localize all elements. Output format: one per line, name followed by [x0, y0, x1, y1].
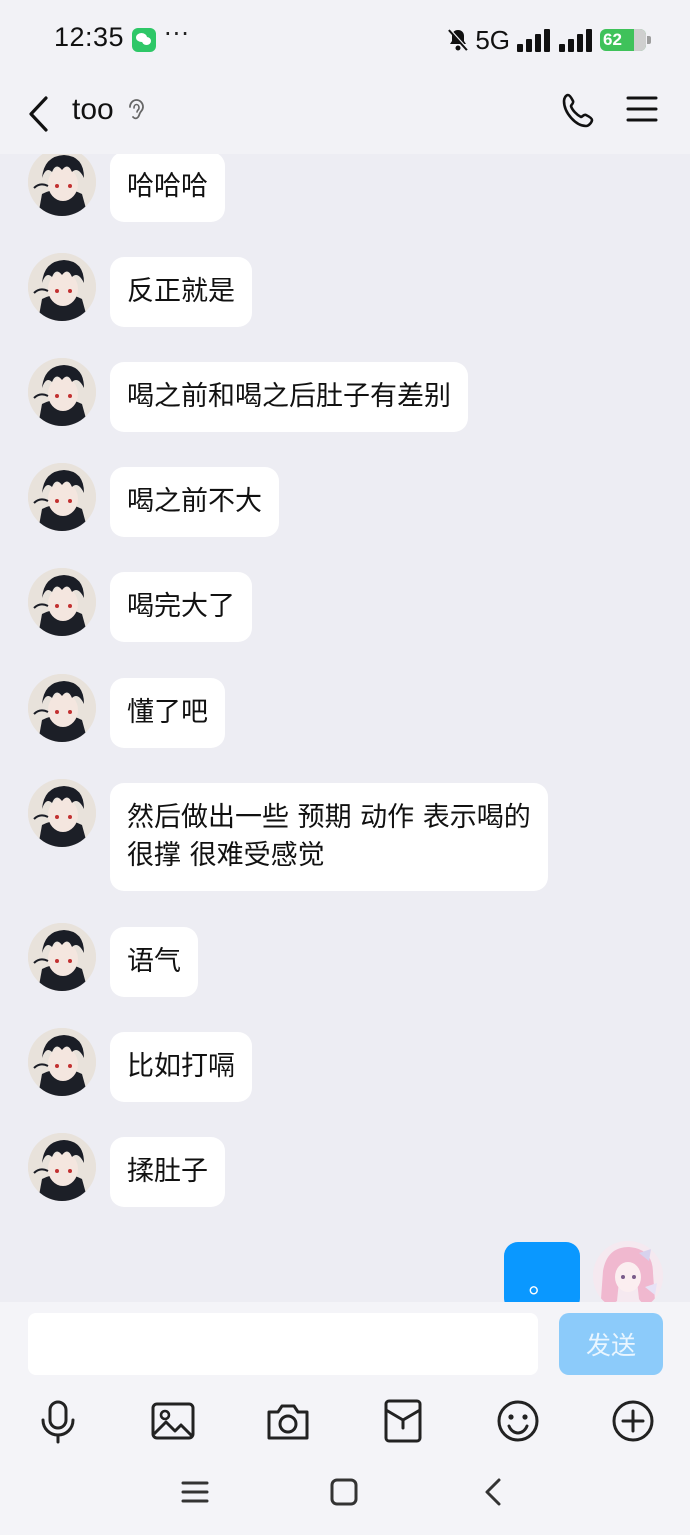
- battery-empty: [634, 29, 646, 51]
- contact-avatar[interactable]: [28, 253, 96, 321]
- contact-avatar[interactable]: [28, 568, 96, 636]
- avatar-image: [593, 1241, 663, 1302]
- plus-icon[interactable]: [610, 1398, 656, 1444]
- contact-avatar[interactable]: [28, 674, 96, 742]
- message-bubble[interactable]: 喝完大了: [110, 572, 252, 642]
- contact-avatar[interactable]: [28, 358, 96, 426]
- home-icon[interactable]: [329, 1476, 359, 1508]
- camera-icon[interactable]: [265, 1398, 311, 1444]
- message-bubble[interactable]: 然后做出一些 预期 动作 表示喝的 很撑 很难受感觉: [110, 783, 548, 891]
- message-bubble[interactable]: 语气: [110, 927, 198, 997]
- message-bubble[interactable]: 揉肚子: [110, 1137, 225, 1207]
- recent-apps-icon[interactable]: [180, 1476, 210, 1508]
- status-right: 5G 62: [447, 22, 651, 58]
- chat-title[interactable]: too: [72, 93, 114, 127]
- avatar-image: [28, 568, 96, 636]
- avatar-image: [28, 923, 96, 991]
- system-nav-bar: [0, 1452, 690, 1535]
- avatar-image: [28, 779, 96, 847]
- message-bubble[interactable]: 喝之前和喝之后肚子有差别: [110, 362, 468, 432]
- chat-header: too: [0, 78, 690, 154]
- emoji-icon[interactable]: [495, 1398, 541, 1444]
- contact-avatar[interactable]: [28, 779, 96, 847]
- avatar-image: [28, 154, 96, 216]
- ear-icon: [129, 99, 144, 120]
- back-arrow-icon[interactable]: [22, 92, 56, 136]
- message-bubble[interactable]: 喝之前不大: [110, 467, 279, 537]
- mute-bell-icon: [448, 28, 469, 51]
- avatar-image: [28, 253, 96, 321]
- avatar-image: [28, 1028, 96, 1096]
- battery-tail: [647, 36, 651, 44]
- message-bubble[interactable]: 哈哈哈: [110, 154, 225, 222]
- microphone-icon[interactable]: [35, 1398, 81, 1444]
- avatar-image: [28, 674, 96, 742]
- message-bubble[interactable]: 懂了吧: [110, 678, 225, 748]
- network-type: 5G: [475, 24, 510, 55]
- send-button[interactable]: 发送: [559, 1313, 663, 1375]
- phone-call-icon[interactable]: [560, 91, 600, 131]
- contact-avatar[interactable]: [28, 1133, 96, 1201]
- message-bubble[interactable]: 反正就是: [110, 257, 252, 327]
- wechat-notification-icon: [132, 28, 156, 52]
- self-message-bubble[interactable]: 。: [504, 1242, 580, 1302]
- nav-back-icon[interactable]: [479, 1476, 509, 1508]
- message-list[interactable]: 哈哈哈 反正就是 喝之前和喝之后肚子有差别 喝之前不大 喝完大了 懂了吧 然后做…: [0, 154, 690, 1302]
- status-time: 12:35: [54, 22, 125, 52]
- signal-icon-2: [559, 29, 592, 52]
- contact-avatar[interactable]: [28, 463, 96, 531]
- contact-avatar[interactable]: [28, 923, 96, 991]
- signal-icon: [517, 29, 550, 52]
- message-bubble[interactable]: 比如打嗝: [110, 1032, 252, 1102]
- contact-avatar[interactable]: [28, 154, 96, 216]
- status-bar: 12:35 ··· 5G 62: [0, 0, 690, 78]
- battery-level: 62: [603, 30, 622, 49]
- image-icon[interactable]: [150, 1398, 196, 1444]
- avatar-image: [28, 1133, 96, 1201]
- message-input[interactable]: [28, 1313, 538, 1375]
- battery-icon: 62: [600, 29, 651, 51]
- self-avatar[interactable]: [593, 1241, 663, 1302]
- more-notifications-indicator: ···: [164, 20, 190, 48]
- avatar-image: [28, 358, 96, 426]
- avatar-image: [28, 463, 96, 531]
- contact-avatar[interactable]: [28, 1028, 96, 1096]
- menu-icon[interactable]: [626, 94, 658, 124]
- red-packet-icon[interactable]: [380, 1398, 426, 1444]
